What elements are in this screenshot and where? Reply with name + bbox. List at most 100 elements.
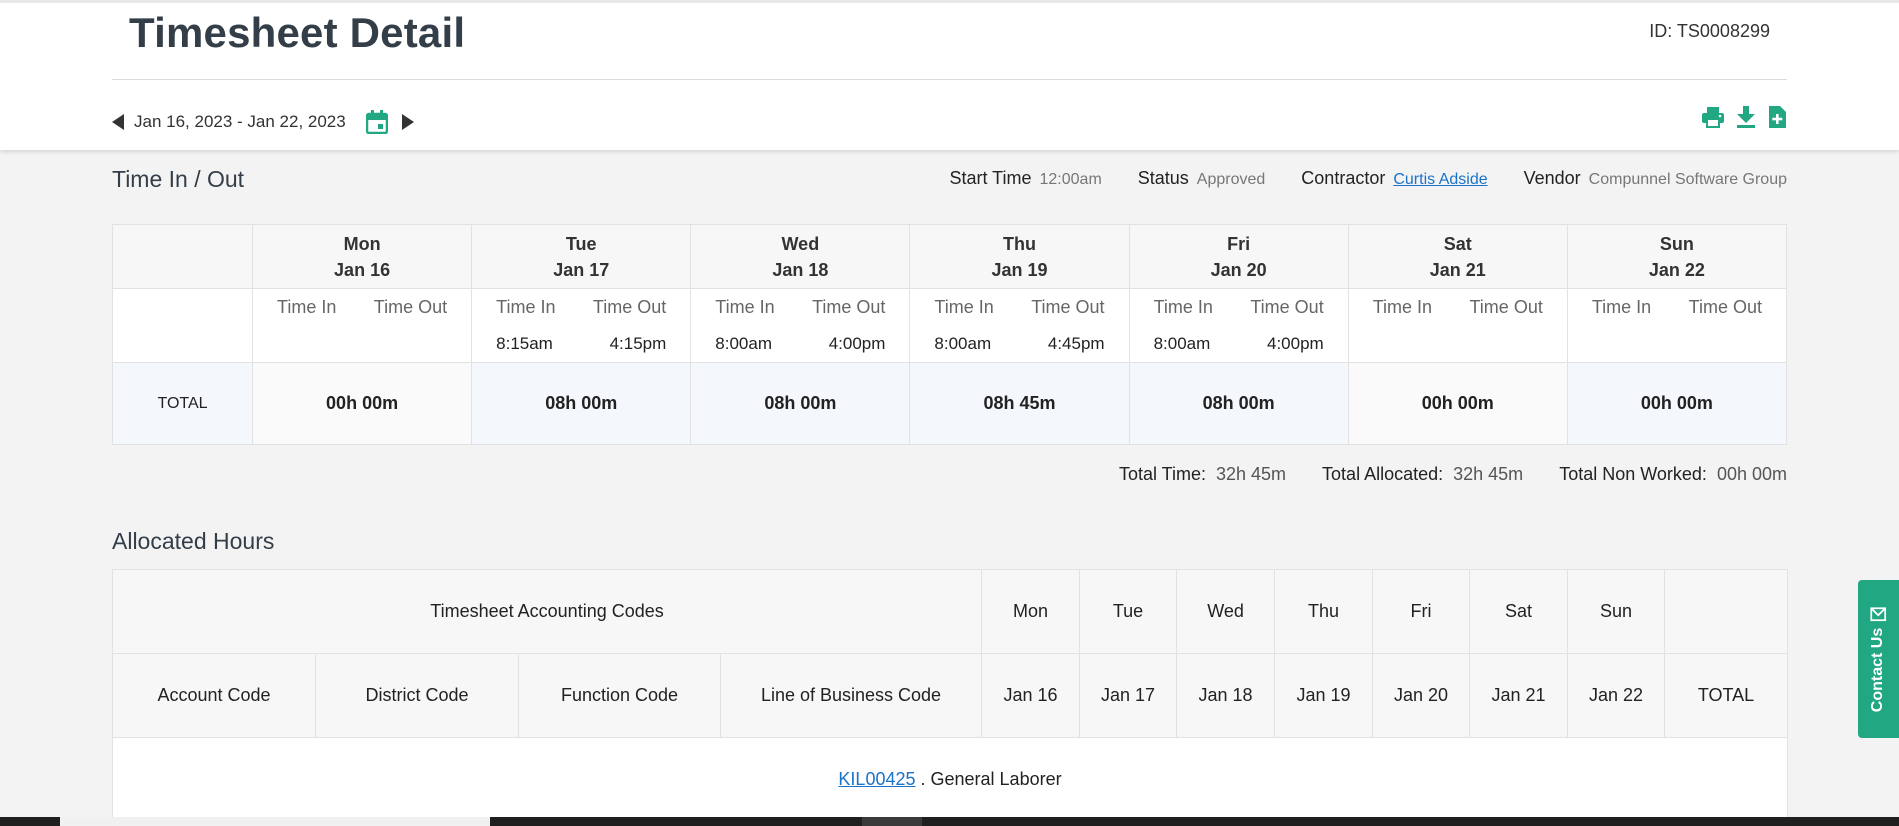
- header-actions: [1701, 105, 1787, 129]
- day-time-cell: Time In Time Out 8:00am 4:00pm: [1128, 288, 1349, 363]
- account-code-description: . General Laborer: [915, 769, 1062, 789]
- contact-us-label: Contact Us: [1869, 627, 1887, 713]
- alloc-subheader-row: Account Code District Code Function Code…: [112, 653, 1789, 738]
- day-date: Jan 20: [1210, 259, 1267, 280]
- account-code-link[interactable]: KIL00425: [838, 769, 915, 789]
- total-non-worked-value: 00h 00m: [1716, 464, 1787, 484]
- totals-summary: Total Time: 32h 45m Total Allocated: 32h 4…: [1119, 464, 1787, 485]
- day-name: Wed: [781, 233, 820, 254]
- time-in-out-title: Time In / Out: [112, 166, 245, 192]
- day-header: Tue Jan 17: [471, 224, 692, 289]
- day-time-cell: Time In Time Out: [1347, 288, 1568, 363]
- accounting-codes-header: Timesheet Accounting Codes: [111, 569, 983, 654]
- blank-cell: [112, 288, 253, 363]
- add-document-icon[interactable]: [1767, 105, 1787, 129]
- alloc-total-header: TOTAL: [1664, 653, 1789, 738]
- day-header: Sat Jan 21: [1347, 224, 1568, 289]
- time-in-label: Time In: [715, 297, 775, 317]
- date-range: Jan 16, 2023 - Jan 22, 2023: [134, 112, 346, 131]
- day-header: Fri Jan 20: [1128, 224, 1349, 289]
- time-in-out-row: Time In Time Out Time In Time Out 8:15am 4:…: [112, 288, 1788, 363]
- account-code-header: Account Code: [112, 653, 316, 738]
- time-out-value: 4:45pm: [1047, 334, 1105, 353]
- alloc-day-name: Sat: [1469, 569, 1569, 654]
- next-week-icon[interactable]: [401, 114, 414, 130]
- day-time-cell: Time In Time Out 8:00am 4:45pm: [909, 288, 1130, 363]
- taskbar-window[interactable]: [60, 817, 490, 826]
- contractor-label: Contractor: [1301, 168, 1386, 188]
- taskbar: [0, 817, 1899, 826]
- download-icon[interactable]: [1735, 105, 1757, 129]
- day-date: Jan 22: [1648, 259, 1705, 280]
- alloc-day-name: Sun: [1567, 569, 1666, 654]
- day-total: 08h 45m: [909, 362, 1130, 445]
- time-out-value: 4:00pm: [1267, 334, 1324, 353]
- total-row: TOTAL 00h 00m 08h 00m 08h 00m 08h 45m 08…: [112, 362, 1788, 445]
- time-in-value: 8:00am: [1153, 334, 1211, 353]
- time-in-label: Time In: [1372, 297, 1433, 317]
- alloc-header-row: Timesheet Accounting Codes Mon Tue Wed T…: [111, 569, 1789, 654]
- contact-us-tab[interactable]: Contact Us: [1858, 580, 1899, 738]
- time-out-value: 4:15pm: [609, 334, 667, 353]
- allocated-hours-table: Timesheet Accounting Codes Mon Tue Wed T…: [111, 569, 1789, 822]
- day-name: Sat: [1443, 233, 1472, 254]
- time-out-label: Time Out: [592, 297, 667, 317]
- day-name: Tue: [565, 233, 597, 254]
- time-out-label: Time Out: [812, 297, 886, 317]
- total-allocated-label: Total Allocated:: [1322, 464, 1444, 484]
- alloc-day-name: Fri: [1372, 569, 1471, 654]
- alloc-day-name: Mon: [981, 569, 1081, 654]
- day-header: Mon Jan 16: [251, 224, 473, 289]
- taskbar-item[interactable]: [862, 817, 922, 826]
- allocated-hours-title: Allocated Hours: [112, 528, 275, 554]
- blank-header-cell: [112, 224, 253, 289]
- day-total: 08h 00m: [690, 362, 911, 445]
- alloc-day-date: Jan 16: [981, 653, 1081, 738]
- alloc-day-date: Jan 17: [1079, 653, 1178, 738]
- previous-week-icon[interactable]: [112, 114, 124, 130]
- print-icon[interactable]: [1701, 105, 1725, 129]
- alloc-day-name: Wed: [1176, 569, 1276, 654]
- alloc-code-row: KIL00425 . General Laborer: [111, 737, 1789, 822]
- time-in-value: 8:15am: [496, 334, 553, 353]
- day-time-cell: Time In Time Out: [1566, 288, 1788, 363]
- start-time-label: Start Time: [949, 168, 1032, 188]
- alloc-day-date: Jan 21: [1469, 653, 1569, 738]
- day-name: Sun: [1659, 233, 1694, 254]
- day-time-cell: Time In Time Out 8:15am 4:15pm: [471, 288, 692, 363]
- alloc-day-date: Jan 19: [1274, 653, 1374, 738]
- alloc-day-date: Jan 20: [1372, 653, 1471, 738]
- day-date: Jan 18: [772, 259, 829, 280]
- time-in-label: Time In: [277, 297, 337, 317]
- day-name: Thu: [1002, 233, 1036, 254]
- time-out-label: Time Out: [1688, 297, 1762, 317]
- day-time-cell: Time In Time Out 8:00am 4:00pm: [690, 288, 911, 363]
- day-name: Mon: [343, 233, 381, 254]
- vendor-label: Vendor: [1523, 168, 1581, 188]
- total-label: TOTAL: [112, 362, 253, 445]
- day-date: Jan 21: [1429, 259, 1486, 280]
- status-value: Approved: [1196, 171, 1266, 188]
- day-total: 00h 00m: [1566, 362, 1788, 445]
- day-header: Wed Jan 18: [690, 224, 911, 289]
- day-total: 08h 00m: [471, 362, 692, 445]
- timesheet-meta: Start Time 12:00am Status Approved Contrac…: [949, 168, 1787, 189]
- accounting-code-cell: KIL00425 . General Laborer: [111, 737, 1789, 822]
- contractor-link[interactable]: Curtis Adside: [1393, 171, 1487, 188]
- day-date: Jan 17: [553, 259, 610, 280]
- time-out-value: 4:00pm: [828, 334, 886, 353]
- total-allocated-value: 32h 45m: [1453, 464, 1524, 484]
- calendar-icon[interactable]: [365, 110, 388, 134]
- time-in-value: 8:00am: [934, 334, 992, 353]
- total-time-label: Total Time:: [1118, 464, 1206, 484]
- header-divider: [112, 79, 1787, 80]
- page-header: Timesheet Detail ID: TS0008299 Jan 16, 2…: [0, 0, 1899, 150]
- alloc-day-name: Thu: [1274, 569, 1374, 654]
- day-total: 08h 00m: [1128, 362, 1349, 445]
- time-out-label: Time Out: [1469, 297, 1543, 317]
- time-in-out-table: Mon Jan 16 Tue Jan 17 Wed Jan 18 Thu Jan 19 …: [112, 224, 1788, 445]
- time-out-label: Time Out: [1031, 297, 1105, 317]
- alloc-day-date: Jan 18: [1176, 653, 1276, 738]
- time-in-label: Time In: [1591, 297, 1652, 317]
- day-date: Jan 19: [991, 259, 1048, 280]
